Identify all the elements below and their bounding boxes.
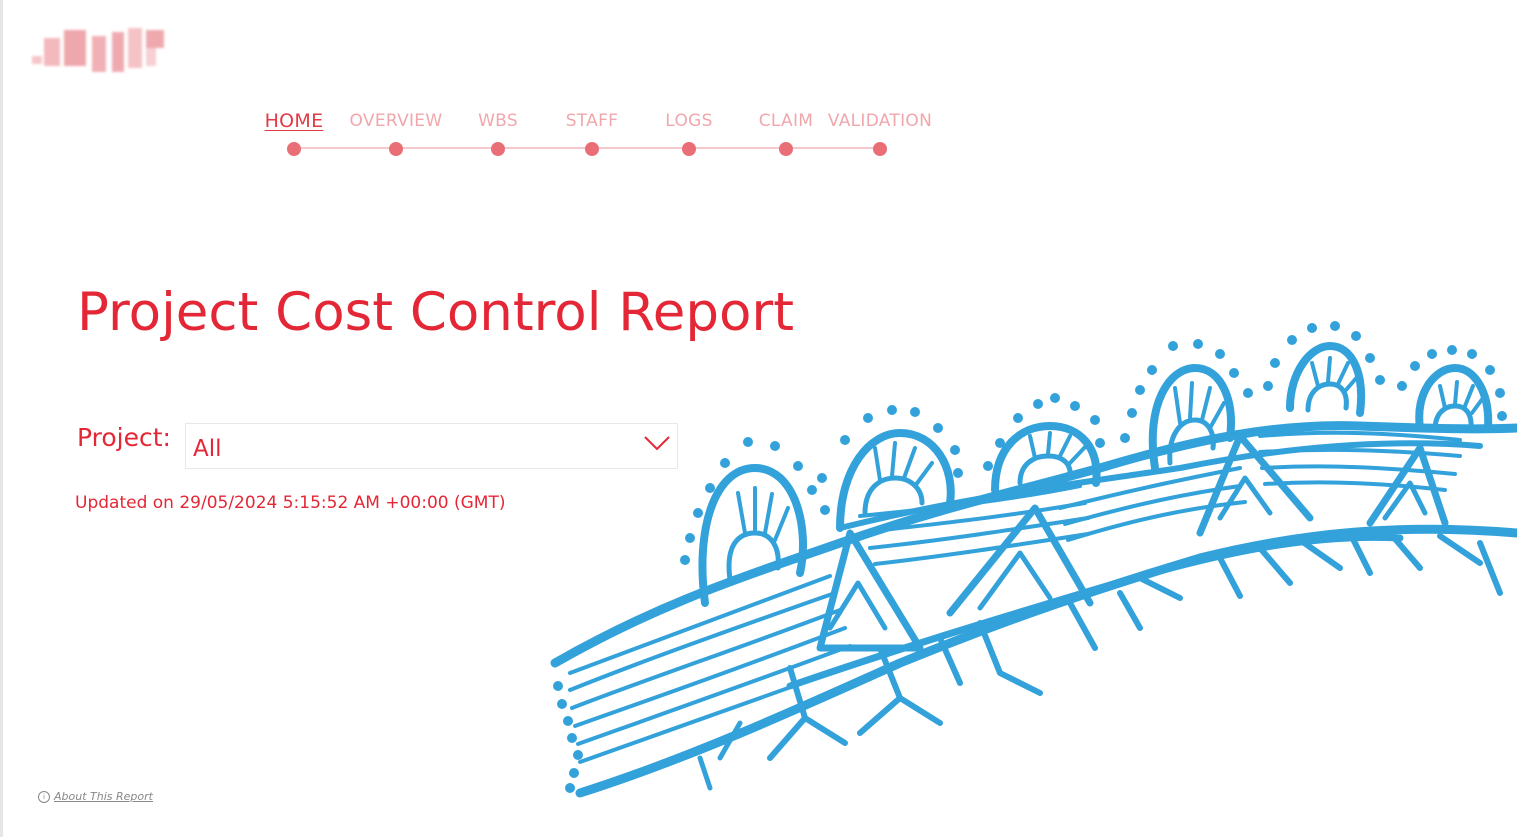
nav-staff-dot	[585, 142, 599, 156]
nav-home-dot	[287, 142, 301, 156]
decorative-landscape-artwork	[550, 321, 1517, 798]
nav-logs-dot	[682, 142, 696, 156]
about-report-label: About This Report	[54, 790, 153, 803]
project-label: Project:	[77, 423, 171, 452]
project-dropdown-value: All	[193, 436, 222, 462]
nav-validation-label: VALIDATION	[827, 111, 933, 131]
nav-claim-dot	[779, 142, 793, 156]
left-border	[0, 0, 3, 837]
about-report-link[interactable]: i About This Report	[38, 790, 153, 803]
nav-overview-dot	[389, 142, 403, 156]
nav-validation[interactable]: VALIDATION	[815, 109, 945, 163]
nav-validation-dot	[873, 142, 887, 156]
report-page: HOME OVERVIEW WBS STAFF LOGS CLAIM VALID…	[0, 0, 1517, 837]
nav-wbs-dot	[491, 142, 505, 156]
updated-timestamp: Updated on 29/05/2024 5:15:52 AM +00:00 …	[75, 493, 506, 513]
info-icon: i	[38, 791, 50, 803]
company-logo	[30, 26, 166, 74]
